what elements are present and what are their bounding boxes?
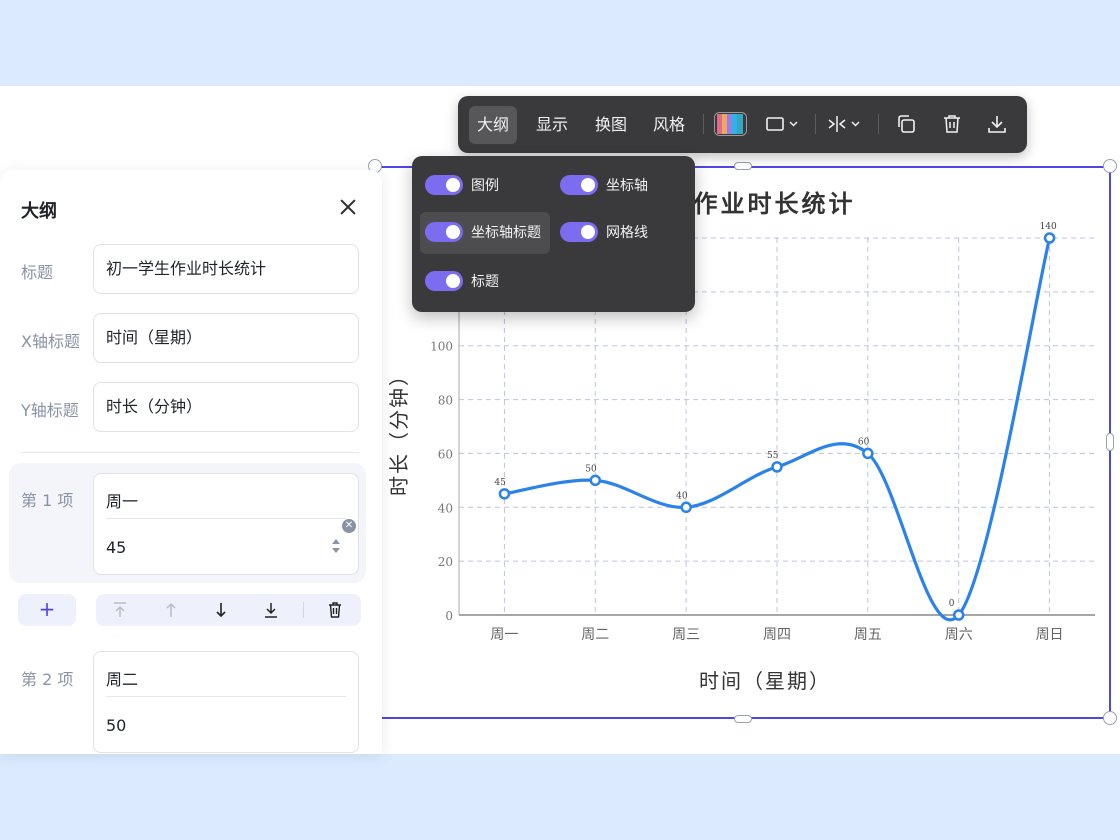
y-axis-title-label: Y轴标题 <box>21 401 79 420</box>
data-point <box>498 488 511 500</box>
legend-toggle[interactable] <box>425 175 463 195</box>
ops-separator <box>303 602 304 618</box>
x-tick-label: 周六 <box>945 627 973 643</box>
axis-toggle[interactable] <box>560 175 598 195</box>
y-tick-label: 100 <box>430 340 453 354</box>
data-label: 60 <box>858 437 870 447</box>
outline-panel: 大纲 标题 初一学生作业时长统计 X轴标题 时间（星期） Y轴标题 时长（分钟）… <box>0 170 382 754</box>
data-point <box>589 474 602 487</box>
move-to-bottom-icon[interactable] <box>261 600 281 620</box>
x-tick-label: 周五 <box>854 627 882 643</box>
item-1-label: 第 1 项 <box>21 491 74 510</box>
delete-item-icon[interactable] <box>325 600 345 620</box>
data-label: 140 <box>1040 222 1057 232</box>
move-down-icon[interactable] <box>211 600 231 620</box>
data-point <box>1043 232 1056 244</box>
option-axis[interactable]: 坐标轴 <box>555 165 685 207</box>
x-tick-label: 周二 <box>581 627 609 643</box>
item-1-value-input[interactable]: 45 <box>106 538 126 557</box>
copy-icon[interactable] <box>894 112 918 136</box>
chart-toolbar: 大纲 显示 换图 风格 <box>458 96 1027 153</box>
x-tick-label: 周日 <box>1036 627 1064 643</box>
item-2-value-input[interactable]: 50 <box>106 716 126 735</box>
option-label: 坐标轴 <box>606 178 648 194</box>
item-ops-bar <box>96 594 361 626</box>
title-field-label: 标题 <box>21 263 54 282</box>
option-gridlines[interactable]: 网格线 <box>555 212 685 254</box>
y-tick-label: 40 <box>438 501 453 515</box>
data-label: 50 <box>585 464 597 474</box>
move-up-icon[interactable] <box>161 600 181 620</box>
toolbar-separator <box>703 114 704 134</box>
toolbar-separator <box>878 114 879 134</box>
shape-select-icon[interactable] <box>765 112 801 136</box>
clear-icon[interactable]: ✕ <box>342 519 356 533</box>
y-tick-label: 20 <box>438 555 453 569</box>
tab-change-chart[interactable]: 换图 <box>587 106 635 144</box>
y-axis-title: 时长（分钟） <box>387 364 411 496</box>
move-to-top-icon[interactable] <box>110 600 130 620</box>
data-point <box>862 447 874 460</box>
y-tick-label: 80 <box>438 394 453 408</box>
data-label: 40 <box>676 491 688 501</box>
option-legend[interactable]: 图例 <box>420 165 550 207</box>
item-2-label: 第 2 项 <box>21 670 74 689</box>
data-label: 45 <box>494 478 506 488</box>
option-label: 网格线 <box>606 225 648 241</box>
data-label: 0 <box>949 599 955 609</box>
option-label: 标题 <box>471 274 499 290</box>
y-axis-ticks: 0 20 40 60 80 100 <box>430 340 453 623</box>
x-tick-label: 周一 <box>490 627 518 643</box>
item-1-name-input[interactable]: 周一 <box>106 488 138 512</box>
stepper-icon[interactable] <box>331 536 341 556</box>
toolbar-separator <box>815 114 816 134</box>
data-point <box>771 461 783 473</box>
add-item-button[interactable]: + <box>18 594 76 626</box>
option-label: 图例 <box>471 178 499 194</box>
tab-display[interactable]: 显示 <box>528 106 576 144</box>
option-label: 坐标轴标题 <box>471 225 541 241</box>
x-axis-title-input[interactable]: 时间（星期） <box>93 313 359 363</box>
close-icon[interactable] <box>337 196 359 218</box>
x-axis-title: 时间（星期） <box>699 669 831 693</box>
item-2-editor: 周二 50 <box>93 651 359 753</box>
option-axis-title[interactable]: 坐标轴标题 <box>420 212 550 254</box>
title-toggle[interactable] <box>425 271 463 291</box>
tab-style[interactable]: 风格 <box>645 106 693 144</box>
axis-title-toggle[interactable] <box>425 222 463 242</box>
display-options-menu: 图例 坐标轴 坐标轴标题 网格线 标题 <box>412 156 695 312</box>
title-input[interactable]: 初一学生作业时长统计 <box>93 244 359 294</box>
palette-icon[interactable] <box>714 112 747 136</box>
gridlines-toggle[interactable] <box>560 222 598 242</box>
item-1-editor: 周一 45 <box>93 473 359 575</box>
item-1-separator <box>106 518 346 519</box>
y-tick-label: 60 <box>438 447 453 461</box>
panel-title: 大纲 <box>21 201 57 222</box>
option-title[interactable]: 标题 <box>420 261 550 303</box>
tab-outline[interactable]: 大纲 <box>469 106 518 144</box>
section-divider <box>21 452 359 453</box>
x-axis-title-label: X轴标题 <box>21 332 80 351</box>
x-tick-label: 周四 <box>763 627 791 643</box>
x-axis-ticks: 周一 周二 周三 周四 周五 周六 周日 <box>490 627 1063 643</box>
y-tick-label: 0 <box>445 609 453 623</box>
delete-icon[interactable] <box>940 112 964 136</box>
data-label: 55 <box>767 451 779 461</box>
item-2-name-input[interactable]: 周二 <box>106 666 138 690</box>
data-point <box>952 609 965 621</box>
x-tick-label: 周三 <box>672 627 700 643</box>
arrange-icon[interactable] <box>826 112 866 136</box>
item-2-separator <box>106 696 346 697</box>
download-icon[interactable] <box>985 112 1009 136</box>
y-axis-title-input[interactable]: 时长（分钟） <box>93 382 359 432</box>
data-point <box>680 501 692 514</box>
